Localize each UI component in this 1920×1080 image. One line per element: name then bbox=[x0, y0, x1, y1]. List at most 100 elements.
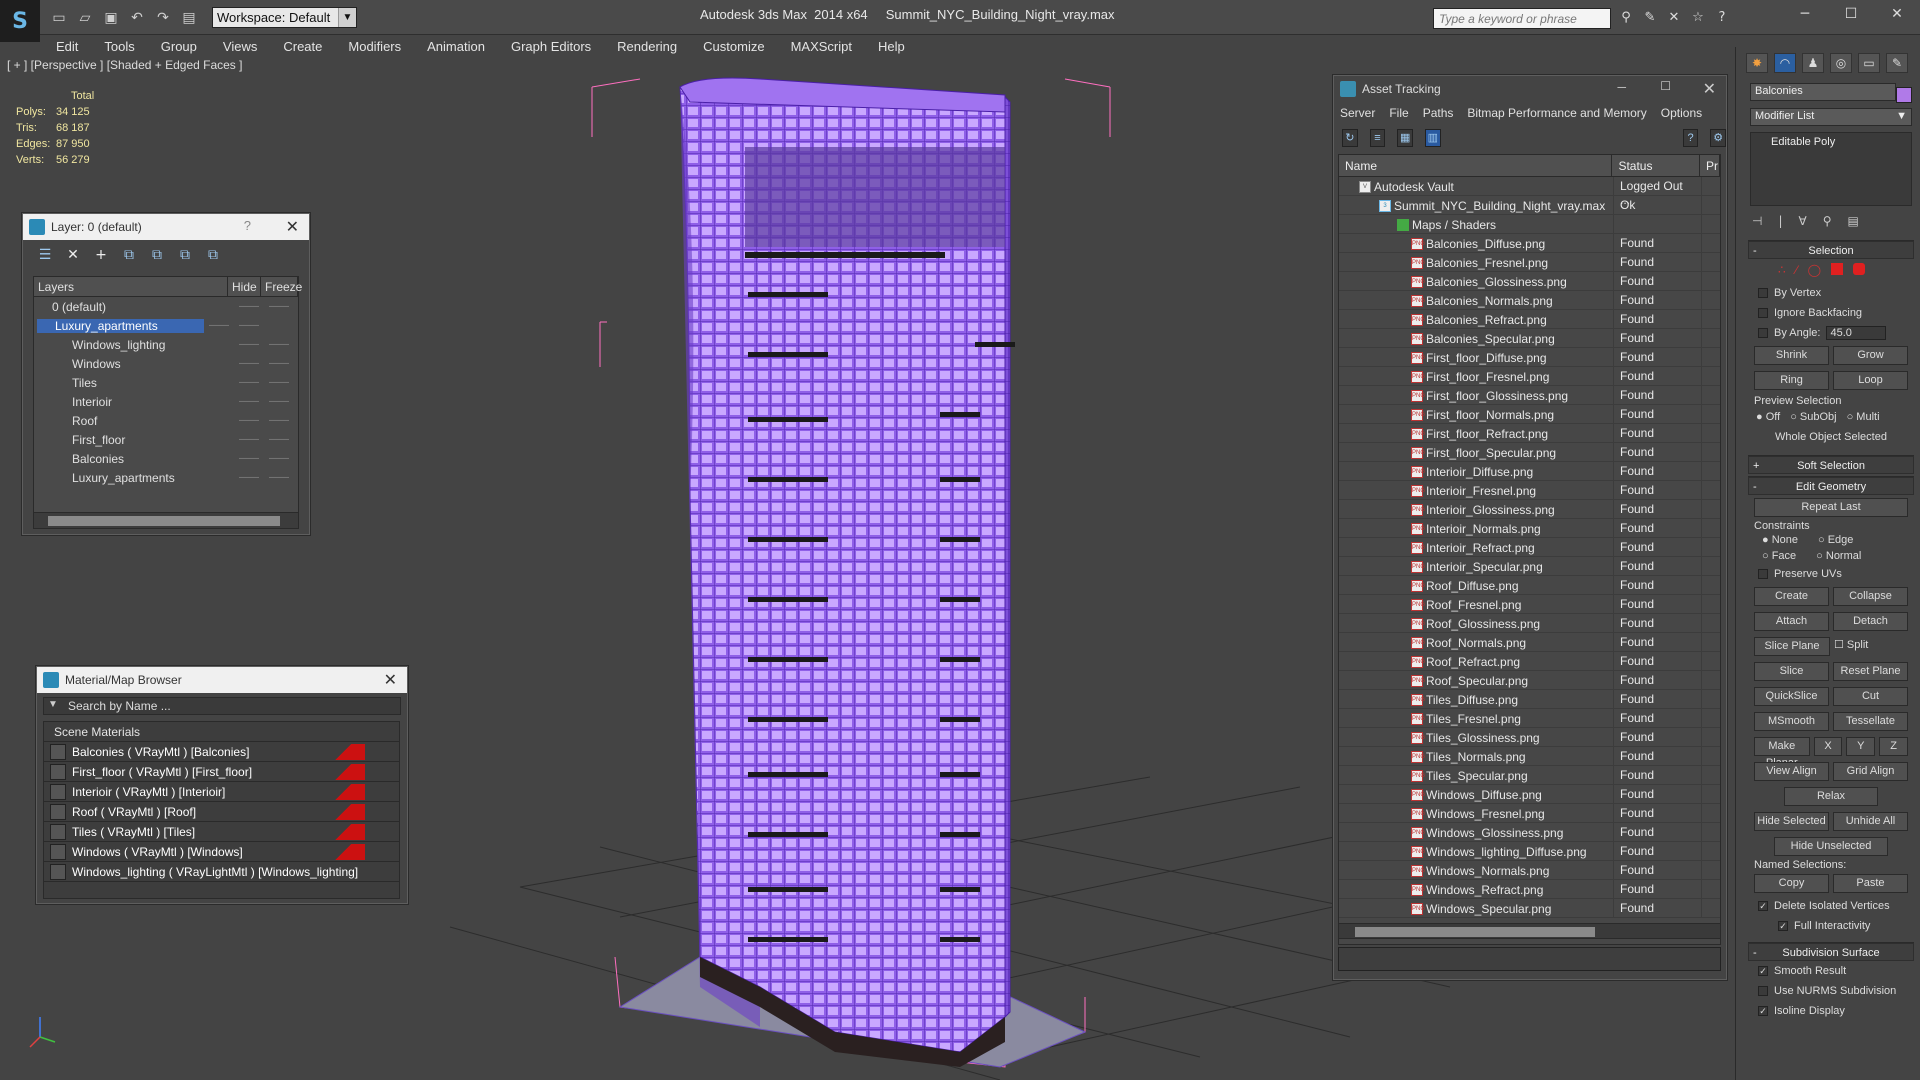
hide-toggle[interactable]: —— bbox=[234, 377, 264, 388]
col-freeze[interactable]: Freeze bbox=[261, 277, 302, 296]
paste-button[interactable]: Paste bbox=[1833, 874, 1908, 893]
ring-button[interactable]: Ring bbox=[1754, 371, 1829, 390]
asset-row[interactable]: PNG Windows_Glossiness.png Found bbox=[1339, 823, 1720, 842]
z-button[interactable]: Z bbox=[1879, 737, 1908, 756]
layer-row[interactable]: Roof —— —— bbox=[34, 411, 298, 430]
hide-unselected-button[interactable]: Hide Unselected bbox=[1774, 837, 1888, 856]
asset-row[interactable]: PNG Windows_Fresnel.png Found bbox=[1339, 804, 1720, 823]
asset-row[interactable]: PNG Interioir_Refract.png Found bbox=[1339, 538, 1720, 557]
polygon-icon[interactable] bbox=[1831, 263, 1844, 275]
configure-modifier-sets-icon[interactable]: ▤ bbox=[1848, 214, 1859, 234]
asset-row[interactable]: PNG Interioir_Glossiness.png Found bbox=[1339, 500, 1720, 519]
edge-icon[interactable]: ⁄ bbox=[1796, 263, 1798, 283]
ignore-backfacing-checkbox[interactable]: Ignore Backfacing bbox=[1748, 303, 1914, 323]
freeze-toggle[interactable]: —— bbox=[264, 472, 294, 483]
use-nurms-checkbox[interactable]: Use NURMS Subdivision bbox=[1748, 981, 1914, 1001]
list-view-icon[interactable]: ≡ bbox=[1369, 129, 1386, 147]
layer-manager-icon[interactable]: ☰ bbox=[37, 247, 53, 263]
loop-button[interactable]: Loop bbox=[1833, 371, 1908, 390]
hide-toggle[interactable]: —— bbox=[234, 301, 264, 312]
layer-row[interactable]: Luxury_apartments —— —— bbox=[34, 468, 298, 487]
asset-row[interactable]: PNG Tiles_Diffuse.png Found bbox=[1339, 690, 1720, 709]
menu-rendering[interactable]: Rendering bbox=[617, 39, 677, 54]
scene-materials-group[interactable]: Scene Materials bbox=[44, 722, 399, 742]
hide-layers-icon[interactable]: ⧉ bbox=[177, 247, 193, 263]
asset-row[interactable]: PNG Roof_Fresnel.png Found bbox=[1339, 595, 1720, 614]
menu-group[interactable]: Group bbox=[161, 39, 197, 54]
shrink-button[interactable]: Shrink bbox=[1754, 346, 1829, 365]
close-icon[interactable]: ✕ bbox=[1703, 79, 1716, 98]
menu-maxscript[interactable]: MAXScript bbox=[791, 39, 852, 54]
close-icon[interactable]: ✕ bbox=[286, 217, 299, 236]
add-layer-icon[interactable]: + bbox=[93, 247, 109, 263]
binoculars-icon[interactable]: ⚲ bbox=[1618, 10, 1634, 26]
maximize-icon[interactable]: ☐ bbox=[1828, 0, 1874, 30]
reset-plane-button[interactable]: Reset Plane bbox=[1833, 662, 1908, 681]
unhide-all-button[interactable]: Unhide All bbox=[1833, 812, 1908, 831]
asset-row[interactable]: PNG First_floor_Fresnel.png Found bbox=[1339, 367, 1720, 386]
close-icon[interactable]: ✕ bbox=[1874, 0, 1920, 30]
freeze-layers-icon[interactable]: ⧉ bbox=[205, 247, 221, 263]
help-icon[interactable]: ? bbox=[1682, 129, 1699, 147]
asset-row[interactable]: PNG Windows_lighting_Diffuse.png Found bbox=[1339, 842, 1720, 861]
full-interactivity-checkbox[interactable]: ✓ Full Interactivity bbox=[1748, 916, 1914, 936]
key-icon[interactable]: ✎ bbox=[1642, 10, 1658, 26]
constraint-normal-radio[interactable]: ○ Normal bbox=[1816, 550, 1861, 562]
at-menu-paths[interactable]: Paths bbox=[1423, 106, 1454, 120]
freeze-toggle[interactable]: —— bbox=[264, 358, 294, 369]
freeze-toggle[interactable]: —— bbox=[264, 434, 294, 445]
material-item[interactable]: Roof ( VRayMtl ) [Roof] bbox=[44, 802, 399, 822]
at-menu-server[interactable]: Server bbox=[1340, 106, 1375, 120]
close-icon[interactable]: ✕ bbox=[384, 670, 397, 689]
asset-row[interactable]: PNG Tiles_Fresnel.png Found bbox=[1339, 709, 1720, 728]
copy-button[interactable]: Copy bbox=[1754, 874, 1829, 893]
asset-tracking-titlebar[interactable]: Asset Tracking ─ ☐ ✕ bbox=[1334, 76, 1726, 102]
freeze-toggle[interactable]: —— bbox=[264, 415, 294, 426]
motion-tab-icon[interactable]: ◎ bbox=[1830, 53, 1852, 73]
freeze-toggle[interactable]: —— bbox=[264, 339, 294, 350]
material-item[interactable]: Windows_lighting ( VRayLightMtl ) [Windo… bbox=[44, 862, 399, 882]
hierarchy-tab-icon[interactable]: ♟ bbox=[1802, 53, 1824, 73]
preview-multi-radio[interactable]: ○ Multi bbox=[1847, 411, 1880, 423]
asset-row[interactable]: PNG Balconies_Specular.png Found bbox=[1339, 329, 1720, 348]
asset-row[interactable]: PNG Balconies_Diffuse.png Found bbox=[1339, 234, 1720, 253]
y-button[interactable]: Y bbox=[1846, 737, 1876, 756]
relax-button[interactable]: Relax bbox=[1784, 787, 1878, 806]
object-name-field[interactable]: Balconies bbox=[1750, 83, 1896, 101]
repeat-last-button[interactable]: Repeat Last bbox=[1754, 498, 1908, 517]
help-icon[interactable]: ? bbox=[244, 218, 251, 233]
slice-plane-button[interactable]: Slice Plane bbox=[1754, 637, 1830, 656]
material-item[interactable]: Interioir ( VRayMtl ) [Interioir] bbox=[44, 782, 399, 802]
subdivision-rollout-header[interactable]: Subdivision Surface bbox=[1748, 943, 1914, 962]
asset-row[interactable]: PNG Interioir_Fresnel.png Found bbox=[1339, 481, 1720, 500]
edit-geometry-rollout-header[interactable]: Edit Geometry bbox=[1748, 477, 1914, 496]
asset-row[interactable]: PNG Windows_Refract.png Found bbox=[1339, 880, 1720, 899]
material-browser-titlebar[interactable]: Material/Map Browser ✕ bbox=[37, 667, 407, 693]
asset-path-field[interactable] bbox=[1338, 947, 1721, 971]
grow-button[interactable]: Grow bbox=[1833, 346, 1908, 365]
menu-views[interactable]: Views bbox=[223, 39, 257, 54]
asset-row[interactable]: PNG First_floor_Specular.png Found bbox=[1339, 443, 1720, 462]
element-icon[interactable] bbox=[1853, 263, 1866, 275]
asset-row[interactable]: PNG Balconies_Glossiness.png Found bbox=[1339, 272, 1720, 291]
hide-toggle[interactable]: —— bbox=[234, 434, 264, 445]
menu-graph-editors[interactable]: Graph Editors bbox=[511, 39, 591, 54]
minimize-icon[interactable]: ─ bbox=[1617, 80, 1626, 94]
smooth-result-checkbox[interactable]: ✓ Smooth Result bbox=[1748, 961, 1914, 981]
layer-panel-titlebar[interactable]: Layer: 0 (default) ? ✕ bbox=[23, 214, 309, 240]
help-icon[interactable]: ? bbox=[1714, 10, 1730, 26]
grid-align-button[interactable]: Grid Align bbox=[1833, 762, 1908, 781]
minimize-icon[interactable]: ─ bbox=[1782, 0, 1828, 30]
asset-row[interactable]: PNG Roof_Glossiness.png Found bbox=[1339, 614, 1720, 633]
col-extra[interactable]: Pr bbox=[1700, 155, 1720, 176]
settings-icon[interactable]: ⚙ bbox=[1710, 129, 1727, 147]
app-logo-button[interactable]: S bbox=[0, 0, 40, 42]
quickslice-button[interactable]: QuickSlice bbox=[1754, 687, 1829, 706]
asset-row[interactable]: PNG Windows_Specular.png Found bbox=[1339, 899, 1720, 918]
asset-row[interactable]: PNG Roof_Refract.png Found bbox=[1339, 652, 1720, 671]
freeze-toggle[interactable]: —— bbox=[264, 301, 294, 312]
material-item[interactable]: Windows ( VRayMtl ) [Windows] bbox=[44, 842, 399, 862]
asset-row[interactable]: PNG Interioir_Specular.png Found bbox=[1339, 557, 1720, 576]
selection-rollout-header[interactable]: Selection bbox=[1748, 241, 1914, 260]
redo-icon[interactable]: ↷ bbox=[154, 9, 172, 27]
